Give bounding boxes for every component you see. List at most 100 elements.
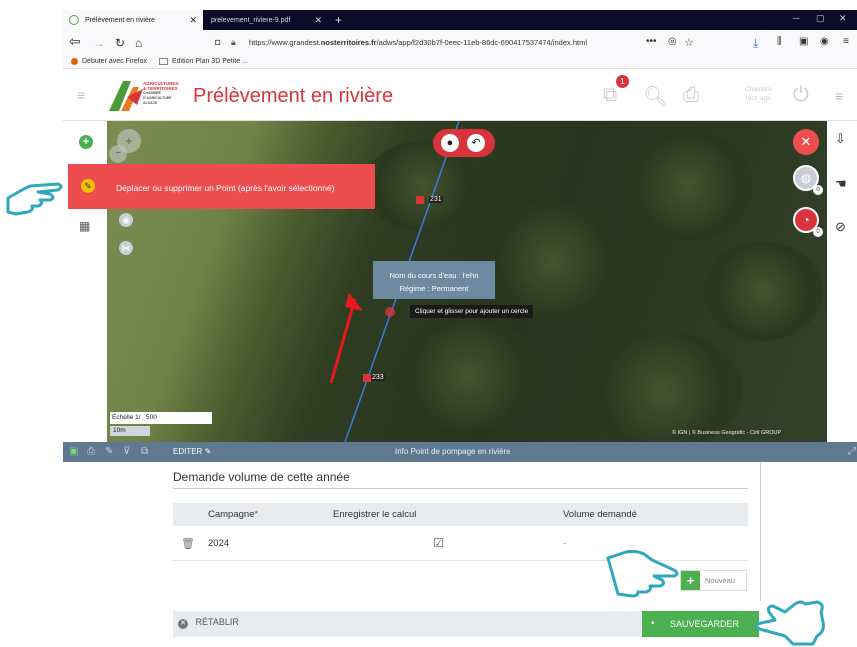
- compass-icon[interactable]: ⊘: [835, 219, 846, 235]
- folder-icon: [159, 58, 168, 65]
- popup-watercourse-name: Nom du cours d'eau : l'ehn: [389, 271, 479, 280]
- browser-tab[interactable]: prelevement_riviere-9.pdf ✕: [203, 10, 328, 30]
- right-menu-icon[interactable]: ≡: [835, 88, 843, 104]
- location-pin-icon[interactable]: ●: [441, 134, 459, 152]
- plus-icon: +: [681, 571, 700, 590]
- bookmarks-bar: Débuter avec Firefox Edition Plan 3D Pet…: [63, 55, 857, 69]
- power-icon[interactable]: ⏻: [793, 84, 809, 107]
- copy-icon[interactable]: ⧉: [141, 446, 148, 457]
- export-icon[interactable]: ▣: [69, 446, 78, 457]
- trash-icon[interactable]: 🗑︎: [181, 537, 195, 550]
- scale-input[interactable]: Échelle 1/ 500: [110, 412, 212, 424]
- maximize-icon[interactable]: ▢: [816, 13, 825, 24]
- share-icon[interactable]: ⋈: [119, 241, 133, 255]
- new-tab-icon[interactable]: +: [331, 10, 351, 30]
- tool-badge: 0: [813, 185, 823, 195]
- banner-text: Déplacer ou supprimer un Point (après l'…: [116, 183, 335, 193]
- menu-icon[interactable]: ≡: [843, 36, 849, 47]
- tab-favicon-icon: [69, 15, 79, 25]
- pointing-hand-annotation-icon: [755, 600, 825, 646]
- marker-label: 231: [429, 196, 443, 203]
- section-divider: [173, 488, 748, 489]
- close-window-icon[interactable]: ✕: [839, 13, 847, 24]
- panel-toolbar: ▣ ⎙ ✎ ⊽ ⧉ EDITER ✎ Info Point de pompage…: [63, 442, 857, 462]
- locate-icon[interactable]: ◉: [119, 213, 133, 227]
- tool-badge: 0: [813, 227, 823, 237]
- table-icon[interactable]: ▦: [79, 219, 90, 233]
- annotation-arrow-line: [329, 298, 357, 384]
- url-text: https://www.grandest.nosterritoires.fr/a…: [249, 38, 587, 47]
- print-icon[interactable]: ⎙: [87, 446, 95, 457]
- undo-icon[interactable]: ↶: [467, 134, 485, 152]
- search-icon[interactable]: 🔍︎: [643, 84, 668, 109]
- pointing-hand-annotation-icon: [6, 182, 63, 216]
- floppy-icon: ▪: [651, 618, 655, 629]
- edit-icon[interactable]: ✎: [105, 446, 113, 457]
- cell-campagne[interactable]: 2024: [208, 538, 229, 549]
- shield-icon: ◘: [215, 37, 221, 47]
- tab-close-icon[interactable]: ✕: [189, 15, 197, 26]
- edit-pencil-icon[interactable]: ✎: [81, 179, 95, 193]
- downloads-icon[interactable]: ⤓: [753, 36, 758, 51]
- annotation-arrow-head: [345, 293, 363, 311]
- bookmark-star-icon[interactable]: ☆: [684, 36, 694, 49]
- account-icon[interactable]: ◉: [820, 36, 829, 47]
- new-row-button[interactable]: + Nouveau: [680, 570, 747, 591]
- expand-icon[interactable]: ⤢: [848, 446, 856, 457]
- panel-title: Info Point de pompage en rivière: [395, 447, 511, 456]
- home-icon[interactable]: ⌂: [135, 36, 142, 50]
- map-info-popup: Nom du cours d'eau : l'ehn Régime : Perm…: [373, 261, 495, 299]
- bookmark-item[interactable]: Débuter avec Firefox: [82, 58, 147, 65]
- minimize-icon[interactable]: ─: [793, 13, 799, 23]
- sidebar-icon[interactable]: ▣: [799, 36, 808, 47]
- hamburger-menu-icon[interactable]: ≡: [77, 87, 85, 103]
- pocket-icon[interactable]: ◎: [668, 36, 677, 47]
- browser-tab-active[interactable]: Prélèvement en rivière ✕: [63, 10, 203, 30]
- edit-mode-button[interactable]: EDITER ✎: [173, 447, 211, 456]
- popup-regime: Régime : Permanent: [399, 284, 469, 293]
- instruction-banner: ✎ Déplacer ou supprimer un Point (après …: [68, 164, 375, 209]
- logo: AGRICULTURES & TERRITOIRES CHAMBRE D'AGR…: [107, 77, 187, 113]
- bookmark-item[interactable]: Edition Plan 3D Petite ...: [172, 58, 248, 65]
- chat-icon[interactable]: ⧉: [603, 84, 617, 107]
- column-header-campagne: Campagne*: [208, 509, 259, 520]
- enregistrer-checkbox[interactable]: ☑: [433, 536, 444, 550]
- section-title: Demande volume de cette année: [173, 470, 350, 484]
- table-header: Campagne* Enregistrer le calcul Volume d…: [173, 503, 748, 526]
- map-attribution: © IGN | © Business Geografic - Ciril GRO…: [672, 430, 782, 436]
- save-button[interactable]: ▪ SAUVEGARDER: [642, 611, 759, 637]
- reset-button[interactable]: ✕ RÉTABLIR: [178, 617, 239, 629]
- point-marker-231[interactable]: [416, 196, 424, 204]
- right-toolbar: ⇩ ☚ ⊘: [827, 121, 857, 442]
- url-bar[interactable]: ◘ 🔒︎ https://www.grandest.nosterritoires…: [213, 34, 648, 52]
- print-icon[interactable]: ⎙: [683, 84, 699, 107]
- browser-nav-bar: ⇦ → ↻ ⌂ ◘ 🔒︎ https://www.grandest.noster…: [63, 30, 857, 55]
- map-edit-toolbar: ● ↶: [433, 129, 495, 157]
- zoom-out-icon[interactable]: −: [109, 145, 127, 163]
- firefox-icon: [71, 58, 78, 65]
- logo-text: AGRICULTURES & TERRITOIRES CHAMBRE D'AGR…: [143, 81, 179, 105]
- close-circle-icon: ✕: [178, 619, 188, 629]
- back-icon[interactable]: ⇦: [69, 33, 81, 50]
- hand-tool-icon[interactable]: ☚: [835, 176, 847, 192]
- pointing-hand-annotation-icon: [606, 549, 679, 598]
- reload-icon[interactable]: ↻: [115, 36, 125, 50]
- browser-tab-bar: Prélèvement en rivière ✕ prelevement_riv…: [63, 10, 857, 30]
- filter-icon[interactable]: ⊽: [123, 446, 130, 457]
- panel-divider: [760, 463, 761, 601]
- forward-icon[interactable]: →: [93, 36, 105, 50]
- lock-icon: 🔒︎: [231, 37, 236, 47]
- cell-volume[interactable]: -: [563, 538, 566, 549]
- delete-point-icon[interactable]: ✕: [793, 129, 819, 155]
- tab-close-icon[interactable]: ✕: [314, 15, 322, 26]
- notification-badge: 1: [616, 75, 629, 88]
- selected-point-marker[interactable]: [385, 307, 395, 317]
- layers-download-icon[interactable]: ⇩: [835, 131, 846, 147]
- point-marker-233[interactable]: [363, 374, 371, 382]
- page-title: Prélèvement en rivière: [193, 85, 394, 107]
- add-icon[interactable]: +: [79, 135, 93, 149]
- tab-label: Prélèvement en rivière: [85, 16, 156, 24]
- more-icon[interactable]: •••: [646, 36, 657, 47]
- map-tooltip: Cliquer et glisser pour ajouter un cercl…: [410, 305, 534, 318]
- library-icon[interactable]: ⫼: [777, 36, 782, 47]
